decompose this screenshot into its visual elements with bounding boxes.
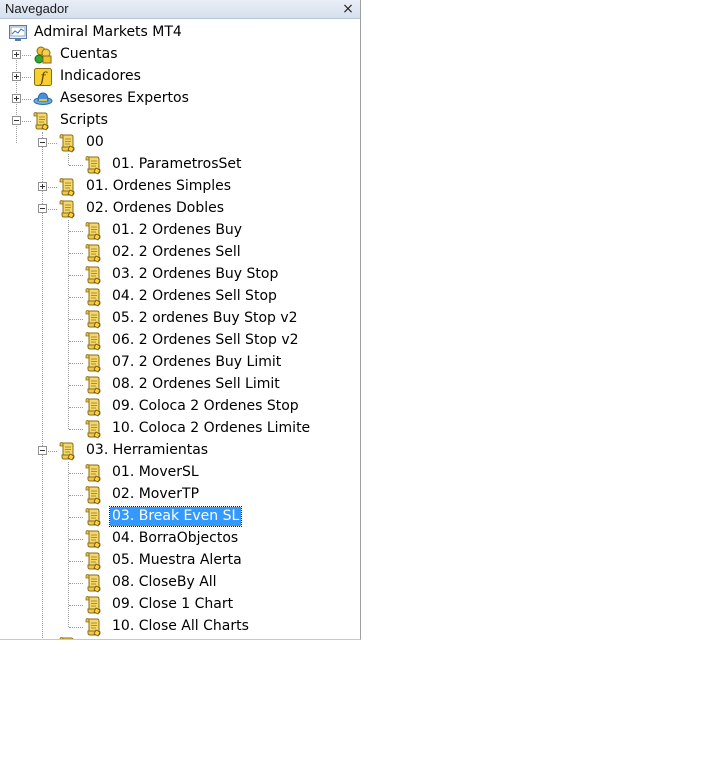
script-item-label: 08. CloseBy All <box>112 574 217 590</box>
script-item[interactable]: 01. MoverSL <box>0 462 360 484</box>
script-scroll-icon <box>83 617 103 637</box>
script-scroll-icon <box>83 221 103 241</box>
script-item[interactable]: 08. 2 Ordenes Sell Limit <box>0 374 360 396</box>
tree-root-label: Admiral Markets MT4 <box>34 24 182 40</box>
script-scroll-icon <box>57 441 77 461</box>
script-item-label: 03. 2 Ordenes Buy Stop <box>112 266 279 282</box>
script-item[interactable]: 04. 2 Ordenes Sell Stop <box>0 286 360 308</box>
tree-item-label: Indicadores <box>60 68 141 84</box>
script-item-label: 06. 2 Ordenes Sell Stop v2 <box>112 332 299 348</box>
terminal-icon <box>9 25 27 41</box>
script-item-label: 04. 2 Ordenes Sell Stop <box>112 288 277 304</box>
script-item-label: 02. MoverTP <box>112 486 200 502</box>
collapse-icon[interactable] <box>38 446 47 455</box>
collapse-icon[interactable] <box>38 204 47 213</box>
tree-item-label: Cuentas <box>60 46 118 62</box>
expand-icon[interactable] <box>12 50 21 59</box>
tree-item-cuentas[interactable]: Cuentas <box>0 44 360 66</box>
script-scroll-icon <box>31 111 51 131</box>
tree-item-label: 03. Herramientas <box>86 442 209 458</box>
script-item-label: 07. 2 Ordenes Buy Limit <box>112 354 282 370</box>
script-item[interactable]: 05. Muestra Alerta <box>0 550 360 572</box>
script-item[interactable]: 07. 2 Ordenes Buy Limit <box>0 352 360 374</box>
accounts-icon <box>34 46 52 64</box>
navigator-tree[interactable]: Admiral Markets MT4 Cuentas f Indicadore… <box>0 22 360 640</box>
script-scroll-icon <box>83 287 103 307</box>
script-scroll-icon <box>57 636 77 640</box>
expert-advisor-icon <box>33 92 53 105</box>
script-item[interactable]: 02. 2 Ordenes Sell <box>0 242 360 264</box>
collapse-icon[interactable] <box>38 138 47 147</box>
script-item[interactable]: 02. MoverTP <box>0 484 360 506</box>
script-item[interactable]: 10. Coloca 2 Ordenes Limite <box>0 418 360 440</box>
tree-item-label: Scripts <box>60 112 108 128</box>
tree-folder-ordenes-dobles[interactable]: 02. Ordenes Dobles <box>0 198 360 220</box>
script-item-label: 05. 2 ordenes Buy Stop v2 <box>112 310 298 326</box>
expand-icon[interactable] <box>38 182 47 191</box>
script-scroll-icon <box>57 199 77 219</box>
tree-item-indicadores[interactable]: f Indicadores <box>0 66 360 88</box>
script-item[interactable]: 09. Coloca 2 Ordenes Stop <box>0 396 360 418</box>
script-item-label: 10. Coloca 2 Ordenes Limite <box>112 420 311 436</box>
script-scroll-icon <box>83 485 103 505</box>
tree-item-label: 02. Ordenes Dobles <box>86 200 225 216</box>
script-scroll-icon <box>83 265 103 285</box>
navigator-panel: Navegador × Admiral Markets MT4 Cuentas … <box>0 0 361 640</box>
tree-root-terminal[interactable]: Admiral Markets MT4 <box>0 22 360 44</box>
script-scroll-icon <box>83 331 103 351</box>
script-item[interactable]: 03. 2 Ordenes Buy Stop <box>0 264 360 286</box>
script-item[interactable]: 04. BorraObjectos <box>0 528 360 550</box>
expand-icon[interactable] <box>12 72 21 81</box>
script-item-label: 04. BorraObjectos <box>112 530 239 546</box>
script-item[interactable]: 10. Close All Charts <box>0 616 360 638</box>
script-scroll-icon <box>83 375 103 395</box>
script-item-label: 09. Coloca 2 Ordenes Stop <box>112 398 299 414</box>
navigator-title: Navegador <box>5 1 69 16</box>
tree-folder-00[interactable]: 00 <box>0 132 360 154</box>
script-scroll-icon <box>83 309 103 329</box>
navigator-titlebar: Navegador × <box>0 0 360 19</box>
script-scroll-icon <box>57 177 77 197</box>
tree-item-asesores[interactable]: Asesores Expertos <box>0 88 360 110</box>
script-item-label: 10. Close All Charts <box>112 618 249 634</box>
collapse-icon[interactable] <box>12 116 21 125</box>
script-item-label: 09. Close 1 Chart <box>112 596 234 612</box>
indicator-icon: f <box>34 68 52 86</box>
script-scroll-icon <box>83 155 103 175</box>
script-scroll-icon <box>83 551 103 571</box>
tree-folder-ordenes-simples[interactable]: 01. Ordenes Simples <box>0 176 360 198</box>
script-item-label: 01. 2 Ordenes Buy <box>112 222 243 238</box>
script-item[interactable]: 01. ParametrosSet <box>0 154 360 176</box>
close-icon[interactable]: × <box>340 0 356 18</box>
script-scroll-icon <box>83 353 103 373</box>
script-item[interactable]: 09. Close 1 Chart <box>0 594 360 616</box>
tree-item-label: 00 <box>86 134 104 150</box>
script-item-label: 01. ParametrosSet <box>112 156 242 172</box>
script-scroll-icon <box>83 529 103 549</box>
script-scroll-icon <box>57 133 77 153</box>
script-item-label: 01. MoverSL <box>112 464 199 480</box>
script-item[interactable]: 08. CloseBy All <box>0 572 360 594</box>
script-scroll-icon <box>83 419 103 439</box>
tree-item-label: Asesores Expertos <box>60 90 189 106</box>
script-item-label: 05. Muestra Alerta <box>112 552 242 568</box>
expand-icon[interactable] <box>12 94 21 103</box>
script-scroll-icon <box>83 507 103 527</box>
script-item-label: 03. Break Even SL <box>108 506 243 527</box>
tree-item-label: 01. Ordenes Simples <box>86 178 232 194</box>
tree-folder-herramientas[interactable]: 03. Herramientas <box>0 440 360 462</box>
tree-item-scripts[interactable]: Scripts <box>0 110 360 132</box>
script-item-label: 02. 2 Ordenes Sell <box>112 244 241 260</box>
script-item[interactable]: 05. 2 ordenes Buy Stop v2 <box>0 308 360 330</box>
script-scroll-icon <box>83 573 103 593</box>
script-scroll-icon <box>83 595 103 615</box>
script-scroll-icon <box>83 397 103 417</box>
script-scroll-icon <box>83 243 103 263</box>
script-scroll-icon <box>83 463 103 483</box>
script-item[interactable]: 06. 2 Ordenes Sell Stop v2 <box>0 330 360 352</box>
script-item-label: 08. 2 Ordenes Sell Limit <box>112 376 280 392</box>
script-item-selected[interactable]: 03. Break Even SL <box>0 506 360 528</box>
script-item[interactable]: 01. 2 Ordenes Buy <box>0 220 360 242</box>
